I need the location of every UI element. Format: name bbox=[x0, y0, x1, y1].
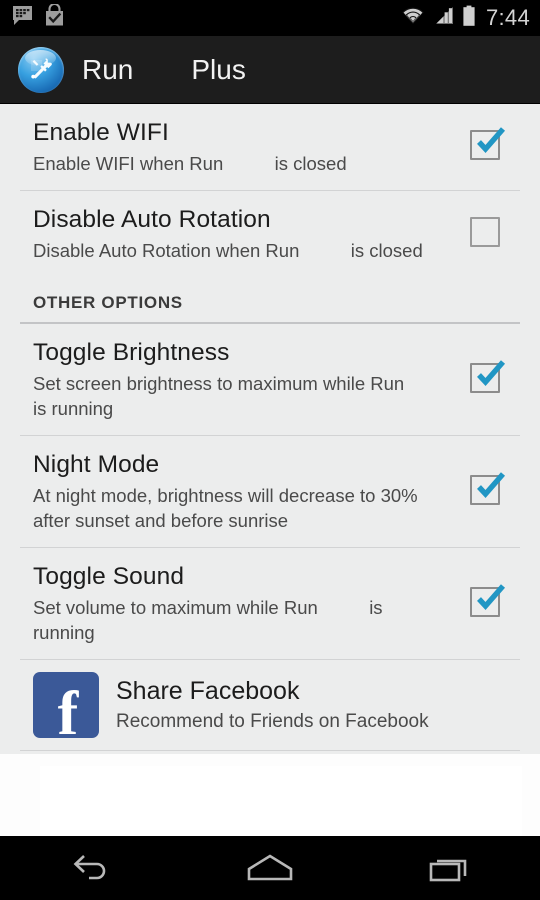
preference-summary: Disable Auto Rotation when Run is closed bbox=[33, 240, 423, 261]
nav-home-button[interactable] bbox=[215, 836, 325, 900]
preference-widget bbox=[450, 471, 540, 509]
action-bar-title: Run bbox=[82, 53, 134, 85]
recents-icon bbox=[429, 859, 467, 882]
preference-row-night-mode[interactable]: Night Mode At night mode, brightness wil… bbox=[0, 436, 540, 547]
preference-title: Night Mode bbox=[33, 451, 160, 478]
status-bar-clock: 7:44 bbox=[485, 5, 530, 30]
preference-widget bbox=[450, 359, 540, 397]
share-facebook-text-block: Share Facebook Recommend to Friends on F… bbox=[99, 676, 429, 735]
checkbox-disable-auto-rotation[interactable] bbox=[470, 217, 504, 251]
preference-summary: Set screen brightness to maximum while R… bbox=[33, 373, 456, 419]
preference-widget bbox=[450, 583, 540, 621]
preference-row-toggle-sound[interactable]: Toggle Sound Set volume to maximum while… bbox=[0, 548, 540, 659]
settings-list[interactable]: Enable WIFI Enable WIFI when Run is clos… bbox=[0, 104, 540, 836]
ad-banner-placeholder bbox=[40, 766, 522, 836]
nav-recents-button[interactable] bbox=[395, 836, 505, 900]
preference-summary: At night mode, brightness will decrease … bbox=[33, 485, 423, 531]
row-divider bbox=[20, 750, 520, 751]
preference-title: Toggle Sound bbox=[33, 563, 185, 590]
preference-title: Disable Auto Rotation bbox=[33, 206, 271, 233]
preference-summary: Enable WIFI when Run is closed bbox=[33, 153, 347, 174]
navigation-bar bbox=[0, 836, 540, 900]
app-wrench-tool-icon bbox=[18, 46, 64, 93]
wifi-icon bbox=[400, 6, 426, 31]
phone-screen: 7:44 Run Plus Enable WIFI Enable WIFI wh… bbox=[0, 0, 540, 900]
preference-title: Enable WIFI bbox=[33, 119, 169, 146]
preference-text-block: Night Mode At night mode, brightness wil… bbox=[0, 450, 450, 533]
checkbox-toggle-sound[interactable] bbox=[470, 583, 506, 621]
share-facebook-title: Share Facebook bbox=[116, 676, 300, 705]
preference-widget bbox=[450, 217, 540, 251]
nav-back-button[interactable] bbox=[35, 836, 145, 900]
play-store-bag-icon bbox=[44, 3, 65, 32]
preference-summary: Set volume to maximum while Run is runni… bbox=[33, 597, 388, 643]
status-bar: 7:44 bbox=[0, 0, 540, 36]
section-header-other-options: OTHER OPTIONS bbox=[0, 277, 540, 322]
preference-text-block: Disable Auto Rotation Disable Auto Rotat… bbox=[0, 205, 450, 263]
checkmark-icon bbox=[477, 359, 506, 386]
preference-text-block: Enable WIFI Enable WIFI when Run is clos… bbox=[0, 118, 450, 176]
facebook-icon: f bbox=[33, 672, 99, 748]
status-bar-system-icons: 7:44 bbox=[400, 5, 530, 32]
home-icon bbox=[247, 854, 293, 881]
share-facebook-row[interactable]: f Share Facebook Recommend to Friends on… bbox=[0, 660, 540, 750]
cellular-signal-icon bbox=[433, 6, 455, 31]
battery-icon bbox=[462, 5, 476, 32]
ad-banner-area[interactable] bbox=[0, 754, 540, 836]
action-bar-title-secondary: Plus bbox=[191, 53, 246, 85]
checkbox-night-mode[interactable] bbox=[470, 471, 506, 509]
preference-row-enable-wifi[interactable]: Enable WIFI Enable WIFI when Run is clos… bbox=[0, 104, 540, 190]
bbm-chat-icon bbox=[12, 5, 34, 32]
preference-text-block: Toggle Brightness Set screen brightness … bbox=[0, 338, 450, 421]
action-bar: Run Plus bbox=[0, 36, 540, 104]
preference-text-block: Toggle Sound Set volume to maximum while… bbox=[0, 562, 450, 645]
checkmark-icon bbox=[477, 127, 506, 154]
checkbox-toggle-brightness[interactable] bbox=[470, 359, 506, 397]
back-icon bbox=[73, 855, 106, 880]
preference-title: Toggle Brightness bbox=[33, 339, 230, 366]
preference-row-toggle-brightness[interactable]: Toggle Brightness Set screen brightness … bbox=[0, 324, 540, 435]
preference-row-disable-auto-rotation[interactable]: Disable Auto Rotation Disable Auto Rotat… bbox=[0, 191, 540, 277]
status-bar-notifications bbox=[12, 3, 65, 32]
share-facebook-summary: Recommend to Friends on Facebook bbox=[116, 710, 429, 732]
preference-widget bbox=[450, 127, 540, 164]
checkmark-icon bbox=[477, 583, 506, 610]
section-header-label: OTHER OPTIONS bbox=[33, 293, 183, 312]
checkmark-icon bbox=[477, 471, 506, 498]
checkbox-enable-wifi[interactable] bbox=[470, 127, 506, 164]
